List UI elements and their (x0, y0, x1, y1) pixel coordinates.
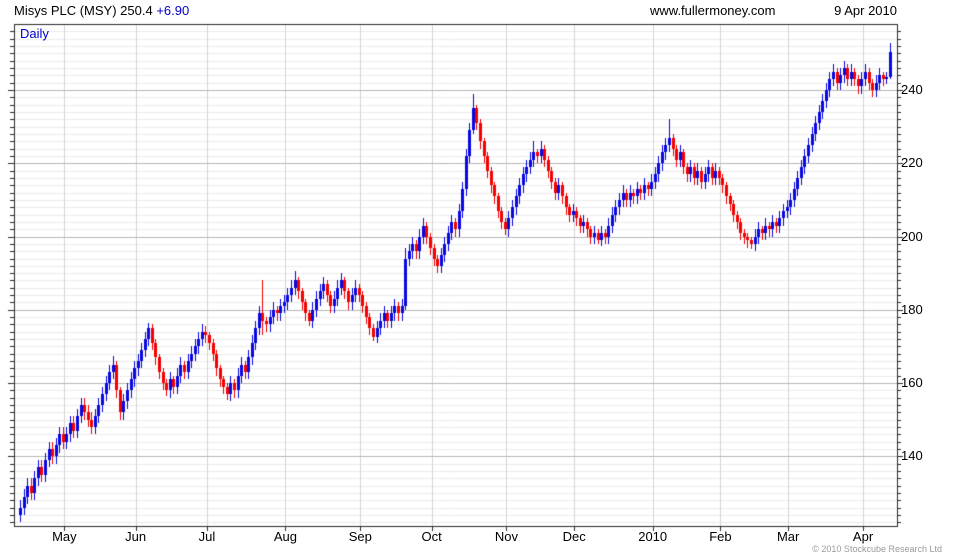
site-url[interactable]: www.fullermoney.com (650, 3, 775, 18)
x-axis-label: Mar (776, 529, 800, 544)
x-axis-label: 2010 (638, 529, 668, 544)
x-axis-label: Feb (709, 529, 732, 544)
y-axis-label: 200 (901, 228, 923, 244)
x-axis-label: May (52, 529, 77, 544)
y-axis-label: 160 (901, 375, 923, 391)
x-axis-label: Jun (125, 529, 147, 544)
x-axis-label: Sep (348, 529, 372, 544)
y-axis-label: 140 (901, 448, 923, 464)
x-axis-label: Apr (852, 529, 874, 544)
x-axis-label: Dec (562, 529, 586, 544)
chart-date: 9 Apr 2010 (834, 3, 897, 18)
price-chart-canvas (0, 0, 980, 560)
x-axis-label: Oct (421, 529, 442, 544)
header-title: Misys PLC (MSY) 250.4 +6.90 (14, 3, 189, 18)
x-axis-label: Nov (494, 529, 519, 544)
y-axis-label: 180 (901, 301, 923, 317)
timeframe-label: Daily (20, 26, 49, 41)
x-axis-label: Jul (198, 529, 216, 544)
instrument-title: Misys PLC (MSY) 250.4 (14, 3, 153, 18)
price-change: +6.90 (156, 3, 190, 18)
x-axis-label: Aug (273, 529, 297, 544)
copyright-notice: © 2010 Stockcube Research Ltd (812, 544, 942, 554)
chart-window: { "header": { "title": "Misys PLC (MSY) … (0, 0, 980, 560)
y-axis-label: 240 (901, 81, 923, 97)
header-right: www.fullermoney.com 9 Apr 2010 (650, 3, 897, 18)
y-axis-label: 220 (901, 155, 923, 171)
